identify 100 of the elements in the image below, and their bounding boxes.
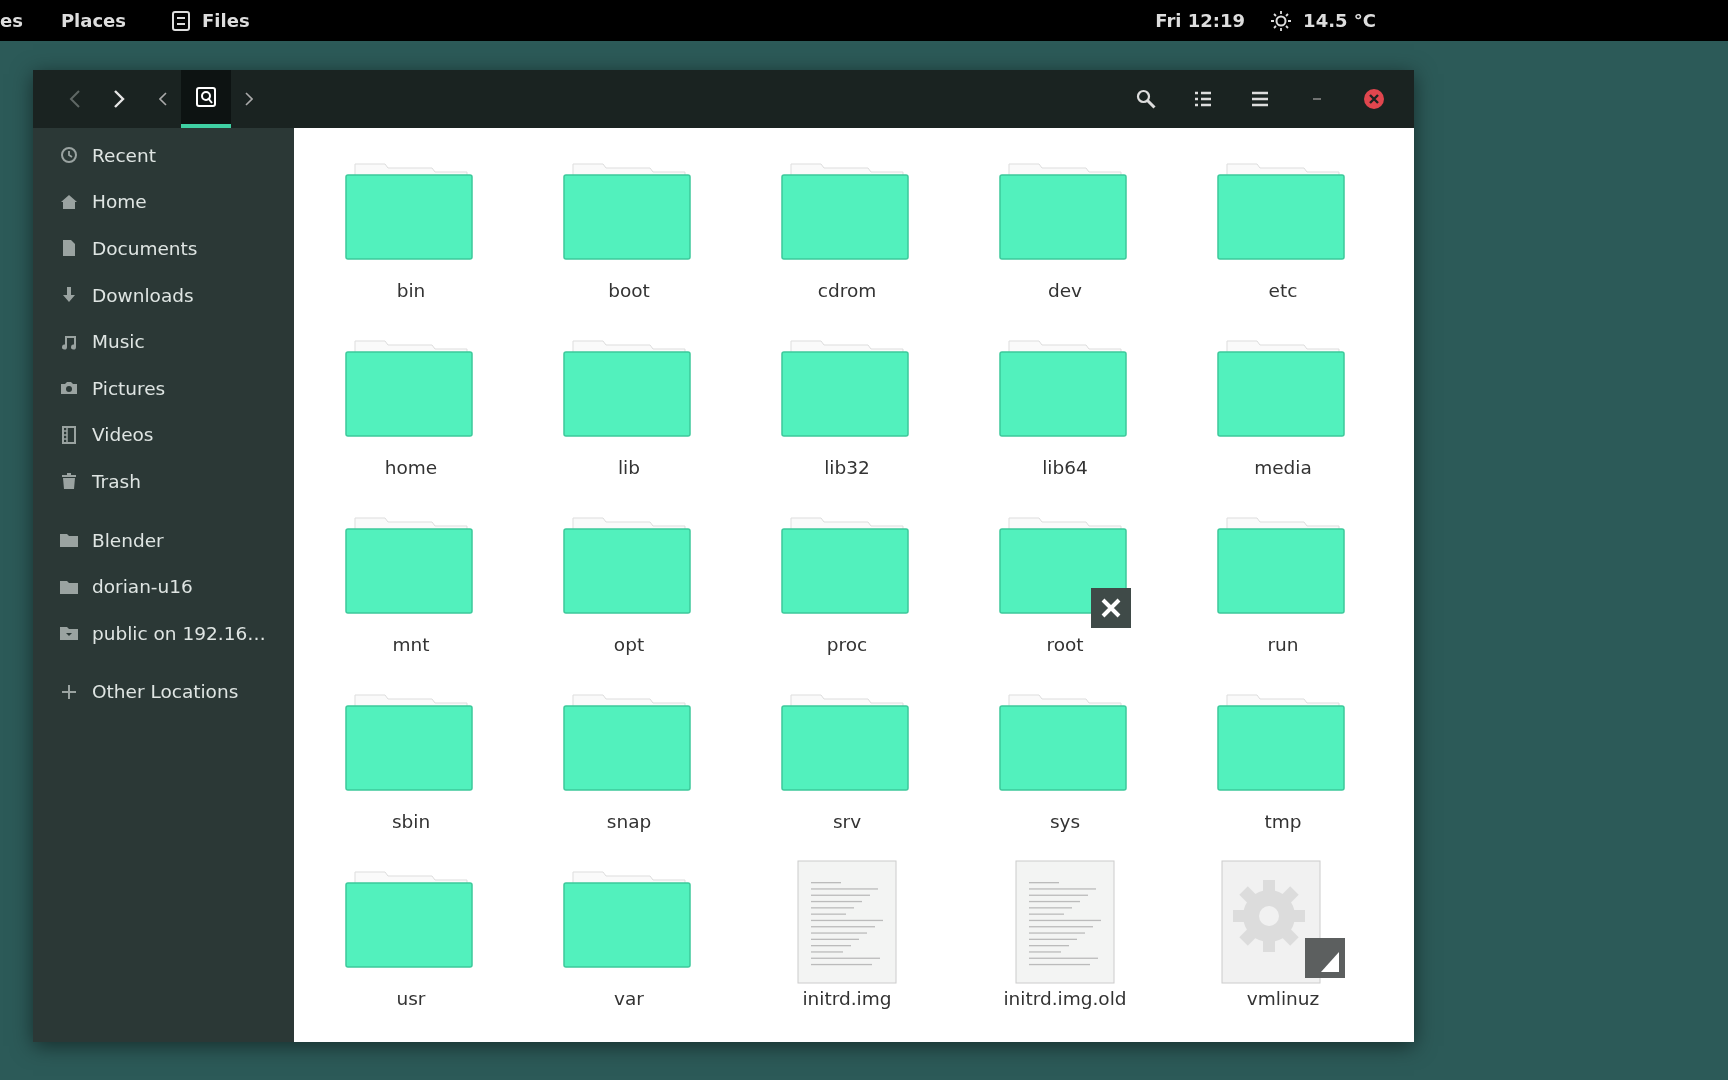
folder-icon [563,517,691,614]
film-icon [60,425,78,444]
close-icon [1363,88,1385,110]
file-name[interactable]: sbin [391,811,431,832]
sidebar-item[interactable]: Downloads [33,271,294,319]
folder-icon [345,517,473,614]
clock[interactable]: Fri 12:19 [1155,10,1246,31]
file-name[interactable]: srv [832,811,862,832]
folder-icon [781,163,909,260]
minimize-icon [1312,97,1322,101]
folder-icon [563,340,691,437]
folder-icon [781,517,909,614]
sun-icon [1271,10,1292,31]
file-name[interactable]: vmlinuz [1246,988,1320,1009]
sidebar-label: Music [92,331,145,353]
file-name[interactable]: boot [608,280,650,301]
sidebar-label: Trash [92,470,141,492]
list-icon [1194,91,1212,107]
sidebar-item[interactable]: Documents [33,225,294,272]
folder-icon [999,340,1127,437]
file-name[interactable]: lib32 [824,457,870,478]
executable-file-icon [1221,860,1321,984]
file-name[interactable]: usr [396,988,426,1009]
file-name[interactable]: home [384,457,438,478]
sidebar-label: dorian-u16 [92,576,193,598]
file-name[interactable]: mnt [392,634,430,655]
recent-icon [60,146,78,165]
folder-icon [781,340,909,437]
home-icon [60,192,78,211]
file-cabinet-icon [172,10,191,31]
places-menu[interactable]: Places [60,10,127,31]
folder-icon [1217,340,1345,437]
forward-chevron-icon [113,90,125,108]
folder-icon [563,694,691,791]
file-name[interactable]: lib [618,457,640,478]
menu-icon [1251,91,1269,107]
weather-reading[interactable]: 14.5 °C [1303,10,1376,31]
file-name[interactable]: sys [1049,811,1081,832]
sidebar-item[interactable]: Blender [33,516,294,564]
file-name[interactable]: run [1267,634,1299,655]
folder-icon [563,871,691,968]
file-name[interactable]: var [614,988,644,1009]
folder-icon [1217,694,1345,791]
file-name[interactable]: initrd.img.old [1003,988,1127,1009]
folder-icon [345,871,473,968]
sidebar-label: Pictures [92,377,166,399]
sidebar-item[interactable]: Videos [33,411,294,459]
file-name[interactable]: opt [613,634,645,655]
text-file-icon [797,860,897,984]
sidebar-label: Blender [92,529,164,551]
text-file-icon [1015,860,1115,984]
file-name[interactable]: root [1046,634,1084,655]
activities-label[interactable]: es [0,10,23,31]
drive-icon [196,87,216,107]
file-name[interactable]: dev [1047,280,1083,301]
sidebar-label: public on 192.16… [92,622,266,644]
sidebar-label: Downloads [92,284,194,306]
sidebar-item[interactable]: Home [33,178,294,226]
sidebar-item[interactable]: Recent [33,132,294,179]
sidebar-item[interactable]: dorian-u16 [33,563,294,610]
app-menu[interactable]: Files [202,10,250,31]
folder-icon [999,163,1127,260]
plus-icon [60,682,78,701]
folder-icon [999,694,1127,791]
file-name[interactable]: initrd.img [802,988,892,1009]
file-name[interactable]: etc [1268,280,1298,301]
back-chevron-icon [69,90,81,108]
left-chevron-icon [159,92,167,106]
sidebar-item[interactable]: public on 192.16… [33,609,294,657]
folder-icon [345,694,473,791]
trash-icon [60,472,78,491]
folder-icon [999,517,1127,614]
folder-icon [60,531,78,550]
folder-icon [345,163,473,260]
document-icon [60,239,78,258]
folder-icon [781,694,909,791]
sidebar-label: Recent [92,144,156,166]
share-icon [60,624,78,643]
file-name[interactable]: proc [826,634,868,655]
sidebar-label: Videos [92,424,154,446]
right-chevron-icon [245,92,253,106]
sidebar-label: Documents [92,238,198,259]
drive-path-button[interactable] [181,70,231,128]
file-name[interactable]: snap [606,811,652,832]
sidebar-item[interactable]: Trash [33,458,294,505]
file-name[interactable]: cdrom [817,280,877,301]
file-name[interactable]: bin [396,280,426,301]
search-icon [1136,89,1156,109]
folder-icon [345,340,473,437]
sidebar-item[interactable]: Pictures [33,364,294,412]
sidebar-label: Home [92,191,147,213]
folder-icon [1217,517,1345,614]
sidebar-item[interactable]: Music [33,318,294,365]
folder-icon [563,163,691,260]
sidebar-label: Other Locations [92,681,239,703]
file-name[interactable]: tmp [1264,811,1302,832]
folder-icon [1217,163,1345,260]
file-name[interactable]: media [1254,457,1312,478]
file-name[interactable]: lib64 [1042,457,1088,478]
sidebar-item[interactable]: Other Locations [33,668,294,716]
